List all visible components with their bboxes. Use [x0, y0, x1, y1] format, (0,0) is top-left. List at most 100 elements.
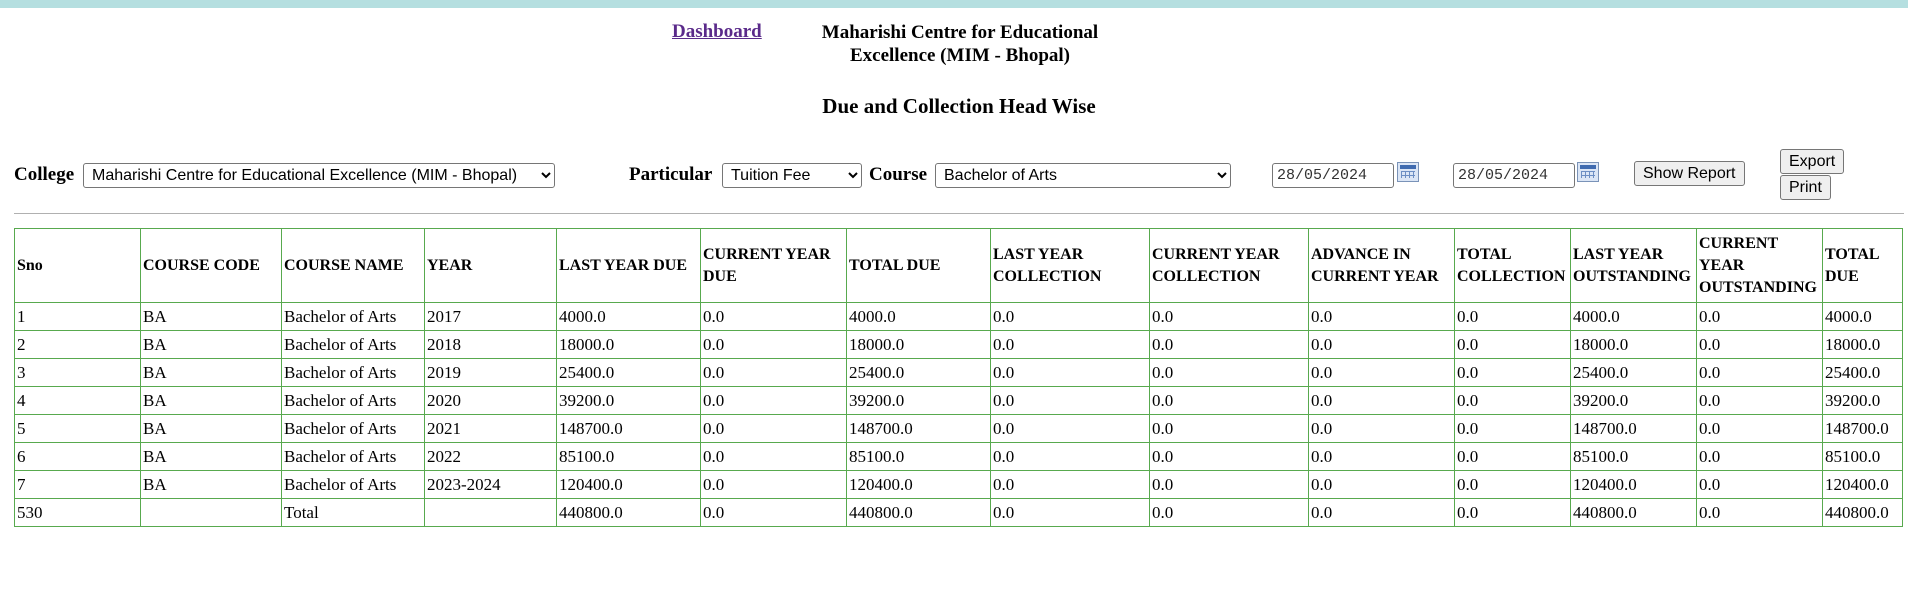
column-header: YEAR — [424, 228, 557, 303]
to-date-calendar-icon[interactable] — [1577, 162, 1599, 182]
total-cell: 0.0 — [1454, 498, 1571, 527]
table-cell: 148700.0 — [1570, 414, 1697, 443]
table-cell: 0.0 — [1149, 330, 1309, 359]
table-cell: Bachelor of Arts — [281, 358, 425, 387]
table-cell: 0.0 — [700, 442, 847, 471]
total-cell: 0.0 — [1308, 498, 1455, 527]
table-cell: 0.0 — [990, 442, 1150, 471]
table-cell: 3 — [14, 358, 141, 387]
column-header: COURSE NAME — [281, 228, 425, 303]
table-cell: 2017 — [424, 302, 557, 331]
course-label: Course — [869, 164, 928, 185]
table-cell: 2021 — [424, 414, 557, 443]
table-cell: 2019 — [424, 358, 557, 387]
column-header: LAST YEAR COLLECTION — [990, 228, 1150, 303]
table-cell: 148700.0 — [556, 414, 701, 443]
table-cell: 0.0 — [1308, 358, 1455, 387]
table-body: 1 BA Bachelor of Arts 2017 4000.0 0.0 4000.0 0.… — [14, 302, 1903, 527]
table-cell: 0.0 — [1149, 442, 1309, 471]
from-date-calendar-icon[interactable] — [1397, 162, 1419, 182]
total-cell: 440800.0 — [1570, 498, 1697, 527]
table-cell: BA — [140, 442, 282, 471]
table-cell: 0.0 — [1149, 386, 1309, 415]
table-cell: 0.0 — [700, 302, 847, 331]
table-cell: 0.0 — [1696, 386, 1823, 415]
total-cell: Total — [281, 498, 425, 527]
table-cell: BA — [140, 470, 282, 499]
table-cell: 0.0 — [1696, 302, 1823, 331]
column-header: TOTAL DUE — [846, 228, 991, 303]
table-cell: 0.0 — [1149, 302, 1309, 331]
particular-select[interactable]: Tuition Fee — [722, 163, 862, 188]
table-cell: 4 — [14, 386, 141, 415]
table-cell: Bachelor of Arts — [281, 386, 425, 415]
column-header: LAST YEAR OUTSTANDING — [1570, 228, 1697, 303]
table-cell: 0.0 — [1454, 330, 1571, 359]
show-report-button[interactable]: Show Report — [1634, 161, 1745, 186]
org-name-line-2: Excellence (MIM - Bhopal) — [849, 45, 1071, 66]
page-title: Due and Collection Head Wise — [822, 94, 1096, 118]
dashboard-link[interactable]: Dashboard — [672, 21, 762, 43]
table-cell: 0.0 — [1696, 414, 1823, 443]
table-cell: 0.0 — [1696, 358, 1823, 387]
table-cell: 0.0 — [700, 386, 847, 415]
export-button[interactable]: Export — [1780, 149, 1845, 174]
table-cell: 25400.0 — [556, 358, 701, 387]
print-button[interactable]: Print — [1780, 175, 1831, 200]
table-row: 4 BA Bachelor of Arts 2020 39200.0 0.0 39200.0… — [14, 386, 1903, 415]
table-cell: 0.0 — [1308, 414, 1455, 443]
table-header-row: Sno COURSE CODE COURSE NAME YEAR LAST YEAR D… — [14, 228, 1903, 303]
table-row: 6 BA Bachelor of Arts 2022 85100.0 0.0 85100.0… — [14, 442, 1903, 471]
column-header: CURRENT YEAR DUE — [700, 228, 847, 303]
total-cell: 530 — [14, 498, 141, 527]
table-cell: 39200.0 — [846, 386, 991, 415]
organization-name: Maharishi Centre for Educational Excelle… — [795, 21, 1125, 67]
table-cell: 5 — [14, 414, 141, 443]
table-cell: Bachelor of Arts — [281, 302, 425, 331]
table-cell: 0.0 — [1696, 470, 1823, 499]
table-cell: 2023-2024 — [424, 470, 557, 499]
table-cell: 85100.0 — [1822, 442, 1903, 471]
filter-bar: College Maharishi Centre for Educational… — [0, 149, 1908, 220]
table-cell: Bachelor of Arts — [281, 470, 425, 499]
to-date-input[interactable] — [1453, 163, 1575, 188]
table-cell: 0.0 — [1308, 330, 1455, 359]
column-header: LAST YEAR DUE — [556, 228, 701, 303]
table-cell: 85100.0 — [1570, 442, 1697, 471]
from-date-input[interactable] — [1272, 163, 1394, 188]
table-cell: 0.0 — [1454, 302, 1571, 331]
total-cell — [424, 498, 557, 527]
table-cell: Bachelor of Arts — [281, 442, 425, 471]
table-cell: 0.0 — [1308, 302, 1455, 331]
total-cell: 0.0 — [990, 498, 1150, 527]
table-cell: 6 — [14, 442, 141, 471]
table-cell: 2 — [14, 330, 141, 359]
table-cell: 0.0 — [1454, 442, 1571, 471]
table-cell: Bachelor of Arts — [281, 414, 425, 443]
total-cell: 440800.0 — [846, 498, 991, 527]
due-collection-table: Sno COURSE CODE COURSE NAME YEAR LAST YEAR D… — [14, 228, 1903, 527]
course-select[interactable]: Bachelor of Arts — [935, 163, 1231, 188]
table-cell: 0.0 — [1454, 470, 1571, 499]
table-cell: 0.0 — [1149, 470, 1309, 499]
table-cell: 25400.0 — [846, 358, 991, 387]
column-header: ADVANCE IN CURRENT YEAR — [1308, 228, 1455, 303]
table-cell: 85100.0 — [556, 442, 701, 471]
table-cell: 0.0 — [1308, 386, 1455, 415]
table-cell: 0.0 — [1454, 386, 1571, 415]
column-header: COURSE CODE — [140, 228, 282, 303]
table-cell: 2020 — [424, 386, 557, 415]
table-cell: BA — [140, 330, 282, 359]
table-row: 1 BA Bachelor of Arts 2017 4000.0 0.0 4000.0 0.… — [14, 302, 1903, 331]
table-cell: 0.0 — [1149, 414, 1309, 443]
table-cell: 120400.0 — [556, 470, 701, 499]
table-cell: 2022 — [424, 442, 557, 471]
total-cell: 440800.0 — [556, 498, 701, 527]
column-header: TOTAL DUE — [1822, 228, 1903, 303]
table-cell: 2018 — [424, 330, 557, 359]
table-row: 3 BA Bachelor of Arts 2019 25400.0 0.0 25400.0… — [14, 358, 1903, 387]
college-select[interactable]: Maharishi Centre for Educational Excelle… — [83, 163, 555, 188]
table-cell: 120400.0 — [1822, 470, 1903, 499]
column-header: TOTAL COLLECTION — [1454, 228, 1571, 303]
table-cell: BA — [140, 302, 282, 331]
